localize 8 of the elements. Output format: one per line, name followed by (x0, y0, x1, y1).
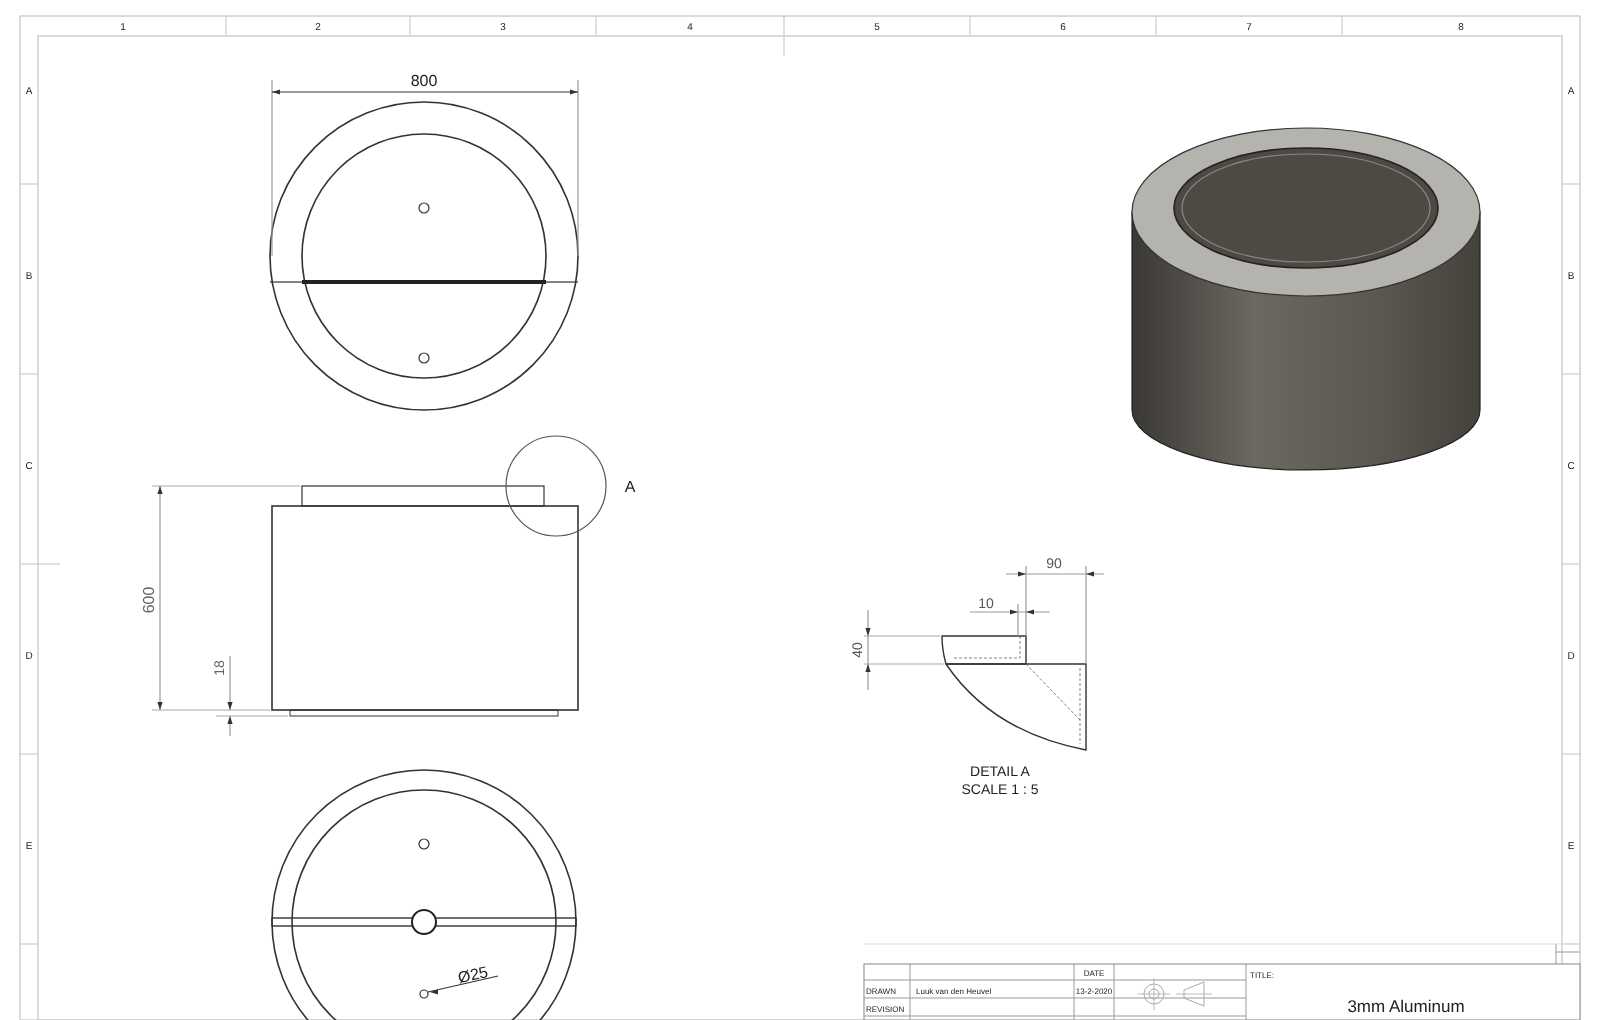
dimension-value: 600 (140, 586, 158, 614)
drawing-title: 3mm Aluminum (1347, 996, 1465, 1016)
detail-callout-label: A (624, 478, 636, 496)
dimension-line (863, 609, 945, 691)
dimension-value: Ø25 (456, 963, 490, 988)
projection-symbol-icon (1137, 977, 1213, 1011)
detail-circle (505, 435, 607, 537)
dimension-value: 800 (410, 72, 438, 90)
